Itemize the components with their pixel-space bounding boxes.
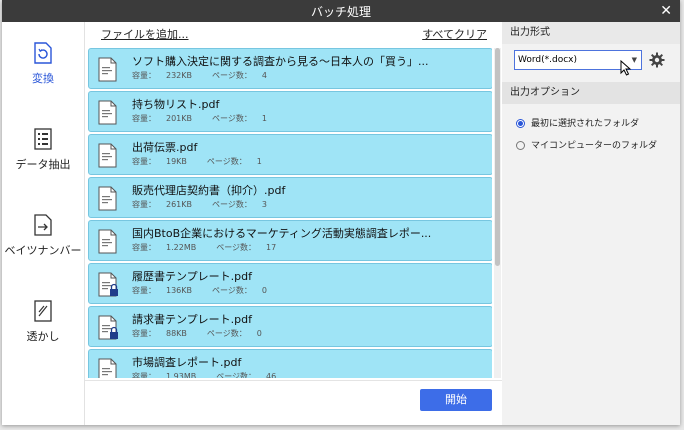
radio-my-computer-folder[interactable]: マイコンピューターのフォルダ: [516, 138, 657, 151]
sidebar-item-label: 変換: [32, 72, 54, 85]
file-meta: 容量： 19KB ページ数： 1: [132, 156, 282, 167]
output-options-title: 出力オプション: [502, 82, 680, 104]
file-pages: ページ数： 4: [212, 71, 267, 80]
file-name: 持ち物リスト.pdf: [132, 98, 220, 111]
output-panel: 出力形式 Word(*.docx) ▼ 出力オプション 最初に選択されたフォルダ…: [502, 22, 680, 425]
file-name: ソフト購入決定に関する調査から見る〜日本人の「買う」...: [132, 55, 429, 68]
radio-first-selected-folder[interactable]: 最初に選択されたフォルダ: [516, 116, 639, 129]
radio-selected-icon: [516, 119, 525, 128]
file-size: 容量： 232KB: [132, 71, 193, 80]
file-meta: 容量： 201KB ページ数： 1: [132, 113, 287, 124]
file-item[interactable]: 持ち物リスト.pdf 容量： 201KB ページ数： 1: [88, 91, 492, 132]
file-pages: ページ数： 1: [212, 114, 267, 123]
file-pages: ページ数： 0: [212, 286, 267, 295]
file-size: 容量： 136KB: [132, 286, 193, 295]
output-format-value: Word(*.docx): [518, 55, 578, 65]
file-name: 国内BtoB企業におけるマーケティング活動実態調査レポー...: [132, 227, 432, 240]
radio-label: 最初に選択されたフォルダ: [531, 119, 640, 129]
sidebar: 変換 データ抽出 ベイツナンバー 透かし: [2, 22, 84, 425]
file-meta: 容量： 1.93MB ページ数： 46: [132, 371, 296, 378]
file-item[interactable]: 履歴書テンプレート.pdf 容量： 136KB ページ数： 0: [88, 263, 492, 304]
file-pages: ページ数： 1: [206, 157, 262, 166]
pdf-file-icon: [98, 57, 117, 82]
chevron-down-icon: ▼: [631, 56, 637, 64]
file-list-scrollbar[interactable]: [494, 48, 501, 378]
sidebar-item-data-extract[interactable]: データ抽出: [2, 126, 84, 172]
sidebar-item-label: データ抽出: [15, 158, 71, 171]
gear-icon[interactable]: [649, 52, 665, 68]
file-item[interactable]: 市場調査レポート.pdf 容量： 1.93MB ページ数： 46: [88, 349, 492, 378]
file-size: 容量： 19KB: [132, 157, 187, 166]
file-pages: ページ数： 0: [206, 329, 262, 338]
pdf-file-icon: [98, 100, 117, 125]
title-bar: バッチ処理 ✕: [2, 0, 680, 22]
add-files-link[interactable]: ファイルを追加...: [101, 26, 189, 42]
file-item[interactable]: ソフト購入決定に関する調査から見る〜日本人の「買う」... 容量： 232KB ページ…: [88, 48, 492, 89]
data-extract-icon: [34, 128, 52, 150]
file-name: 出荷伝票.pdf: [132, 141, 198, 154]
file-name: 請求書テンプレート.pdf: [132, 313, 253, 326]
file-pages: ページ数： 46: [216, 372, 277, 378]
clear-all-link[interactable]: すべてクリア: [422, 26, 487, 42]
file-panel: ファイルを追加... すべてクリア ソフト購入決定に関する調査から見る〜日本人の…: [84, 22, 504, 425]
file-meta: 容量： 88KB ページ数： 0: [132, 328, 282, 339]
file-size: 容量： 1.22MB: [132, 243, 197, 252]
file-size: 容量： 1.93MB: [132, 372, 197, 378]
file-meta: 容量： 232KB ページ数： 4: [132, 70, 287, 81]
window-title: バッチ処理: [310, 5, 371, 19]
pdf-file-icon: [98, 358, 117, 378]
file-pages: ページ数： 17: [216, 243, 277, 252]
pdf-file-icon: [98, 186, 117, 211]
file-name: 市場調査レポート.pdf: [132, 356, 242, 369]
radio-unselected-icon: [516, 141, 525, 150]
file-item[interactable]: 国内BtoB企業におけるマーケティング活動実態調査レポー... 容量： 1.22MB…: [88, 220, 492, 261]
file-pages: ページ数： 3: [212, 200, 267, 209]
file-name: 販売代理店契約書（抑介）.pdf: [132, 184, 286, 197]
locked-pdf-file-icon: [98, 272, 118, 297]
sidebar-item-label: 透かし: [26, 330, 60, 343]
file-list: ソフト購入決定に関する調査から見る〜日本人の「買う」... 容量： 232KB ページ…: [88, 48, 492, 378]
scrollbar-thumb[interactable]: [495, 48, 500, 266]
batch-window: バッチ処理 ✕ 変換 データ抽出 ベイツナンバー 透かし ファイルを追加... …: [2, 0, 680, 425]
radio-label: マイコンピューターのフォルダ: [531, 141, 658, 151]
file-name: 履歴書テンプレート.pdf: [132, 270, 253, 283]
file-size: 容量： 201KB: [132, 114, 193, 123]
file-meta: 容量： 261KB ページ数： 3: [132, 199, 287, 210]
convert-icon: [34, 42, 52, 64]
file-size: 容量： 261KB: [132, 200, 193, 209]
file-item[interactable]: 請求書テンプレート.pdf 容量： 88KB ページ数： 0: [88, 306, 492, 347]
watermark-icon: [34, 300, 52, 322]
file-item[interactable]: 出荷伝票.pdf 容量： 19KB ページ数： 1: [88, 134, 492, 175]
sidebar-item-bates-number[interactable]: ベイツナンバー: [2, 212, 84, 258]
output-format-title: 出力形式: [502, 22, 680, 44]
bates-number-icon: [34, 214, 52, 236]
sidebar-item-watermark[interactable]: 透かし: [2, 298, 84, 344]
start-button[interactable]: 開始: [420, 389, 492, 411]
sidebar-item-label: ベイツナンバー: [4, 244, 82, 257]
mouse-cursor-icon: [620, 60, 632, 76]
close-icon[interactable]: ✕: [660, 2, 672, 20]
file-meta: 容量： 136KB ページ数： 0: [132, 285, 287, 296]
pdf-file-icon: [98, 143, 117, 168]
file-meta: 容量： 1.22MB ページ数： 17: [132, 242, 296, 253]
divider: [85, 380, 503, 381]
file-item[interactable]: 販売代理店契約書（抑介）.pdf 容量： 261KB ページ数： 3: [88, 177, 492, 218]
sidebar-item-convert[interactable]: 変換: [2, 40, 84, 86]
locked-pdf-file-icon: [98, 315, 118, 340]
file-size: 容量： 88KB: [132, 329, 187, 338]
pdf-file-icon: [98, 229, 117, 254]
